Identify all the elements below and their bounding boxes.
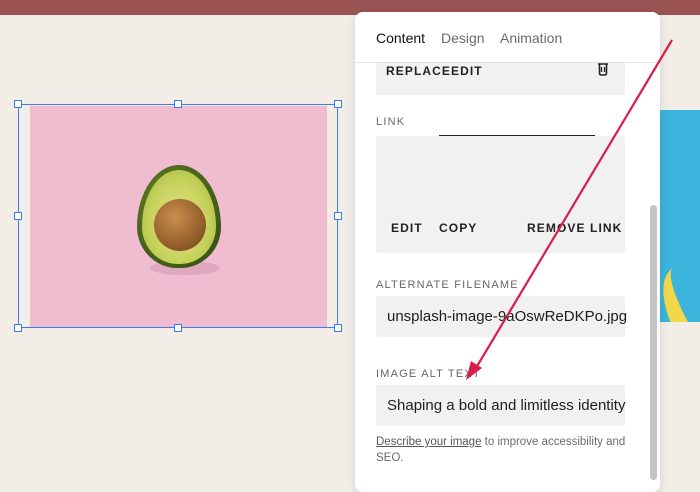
resize-handle-top-center[interactable]: [174, 100, 182, 108]
link-card: EDIT COPY REMOVE LINK: [376, 136, 625, 253]
trash-icon[interactable]: [597, 63, 609, 76]
link-label: LINK: [376, 116, 406, 128]
image-actions-card: REPLACE EDIT: [376, 63, 625, 95]
edit-link-button[interactable]: EDIT: [391, 221, 423, 235]
alternate-filename-value: unsplash-image-9aOswReDKPo.jpg: [387, 308, 628, 325]
edit-image-button[interactable]: EDIT: [451, 64, 483, 78]
resize-handle-middle-right[interactable]: [334, 212, 342, 220]
remove-link-button[interactable]: REMOVE LINK: [527, 221, 622, 235]
tab-design[interactable]: Design: [441, 30, 485, 46]
resize-handle-bottom-left[interactable]: [14, 324, 22, 332]
image-alt-text-label: IMAGE ALT TEXT: [376, 368, 481, 380]
resize-handle-bottom-center[interactable]: [174, 324, 182, 332]
replace-button[interactable]: REPLACE: [386, 64, 451, 78]
resize-handle-bottom-right[interactable]: [334, 324, 342, 332]
panel-tabs: Content Design Animation: [355, 12, 660, 63]
describe-image-link[interactable]: Describe your image: [376, 436, 481, 448]
alternate-filename-field[interactable]: unsplash-image-9aOswReDKPo.jpg: [376, 296, 628, 337]
image-selection-box[interactable]: [18, 104, 338, 328]
alternate-filename-label: ALTERNATE FILENAME: [376, 279, 519, 291]
copy-link-button[interactable]: COPY: [439, 221, 477, 235]
tab-animation[interactable]: Animation: [500, 30, 562, 46]
alt-text-help: Describe your image to improve accessibi…: [376, 434, 626, 466]
resize-handle-top-left[interactable]: [14, 100, 22, 108]
resize-handle-middle-left[interactable]: [14, 212, 22, 220]
tab-content[interactable]: Content: [376, 30, 425, 46]
image-alt-text-field[interactable]: Shaping a bold and limitless identity: [376, 385, 625, 426]
image-settings-panel: Content Design Animation REPLACE EDIT LI…: [355, 12, 660, 492]
image-alt-text-value: Shaping a bold and limitless identity: [387, 397, 626, 414]
resize-handle-top-right[interactable]: [334, 100, 342, 108]
panel-scrollbar[interactable]: [650, 205, 657, 480]
